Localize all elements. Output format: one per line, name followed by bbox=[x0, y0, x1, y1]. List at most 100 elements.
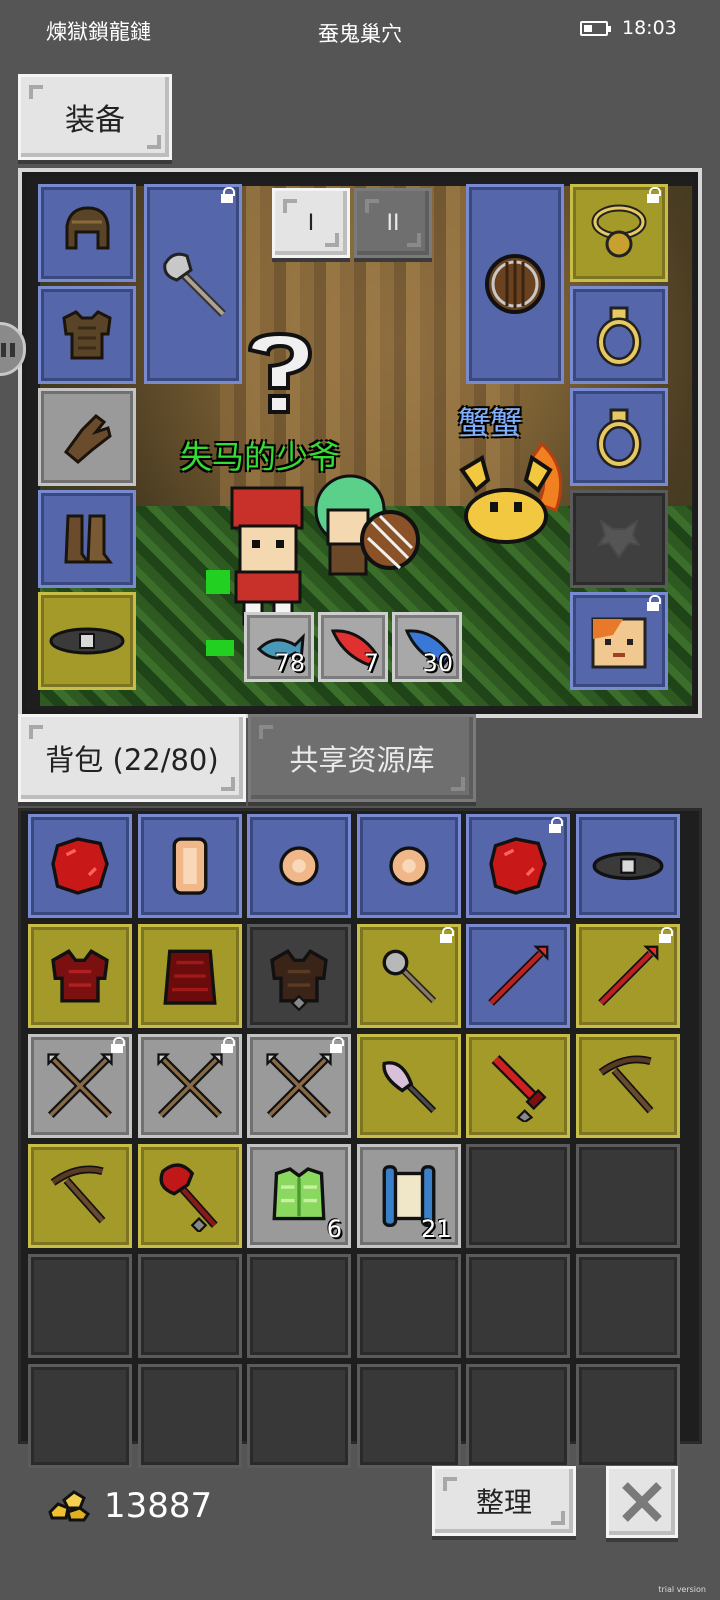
tab-shared-storage[interactable]: 共享资源库 bbox=[248, 714, 476, 802]
sort-button-label: 整理 bbox=[475, 1486, 532, 1519]
bag-empty-slot[interactable] bbox=[137, 1254, 242, 1358]
equip-slot-gloves[interactable] bbox=[38, 388, 136, 486]
equip-slot-empty[interactable] bbox=[570, 490, 668, 588]
tab-backpack-label: 背包 (22/80) bbox=[45, 743, 219, 777]
consumable-slot-1[interactable]: 78 bbox=[244, 612, 314, 682]
bag-item-slot[interactable] bbox=[247, 924, 351, 1028]
crossed-spears-icon bbox=[47, 1053, 113, 1119]
amulet-icon bbox=[591, 204, 647, 258]
red-crystal-icon bbox=[51, 837, 109, 895]
tab-backpack[interactable]: 背包 (22/80) bbox=[18, 714, 246, 802]
item-count: 21 bbox=[420, 1215, 452, 1243]
bag-item-slot[interactable] bbox=[575, 924, 680, 1028]
bag-empty-slot[interactable] bbox=[137, 1364, 242, 1468]
bag-item-slot[interactable] bbox=[247, 814, 351, 918]
consumable-count: 7 bbox=[363, 649, 379, 677]
equip-slot-off-hand[interactable] bbox=[466, 184, 564, 384]
consumable-count: 30 bbox=[422, 649, 453, 677]
red-crystal-icon bbox=[489, 837, 547, 895]
lock-icon bbox=[658, 927, 673, 944]
ring-icon bbox=[596, 408, 642, 469]
bag-item-slot[interactable] bbox=[356, 1034, 461, 1138]
crossbow-icon bbox=[50, 1165, 106, 1224]
bag-item-slot[interactable] bbox=[466, 814, 570, 918]
lock-icon bbox=[220, 1037, 235, 1054]
bag-empty-slot[interactable] bbox=[575, 1144, 680, 1248]
bag-item-slot[interactable]: 6 bbox=[247, 1144, 351, 1248]
lock-icon bbox=[221, 187, 235, 204]
sort-button[interactable]: 整理 bbox=[432, 1466, 576, 1536]
leather-boots-icon bbox=[64, 514, 113, 564]
tab-equipment-label: 装备 bbox=[65, 103, 125, 138]
bag-item-slot[interactable] bbox=[356, 924, 461, 1028]
bag-empty-slot[interactable] bbox=[466, 1254, 570, 1358]
bag-item-slot[interactable] bbox=[575, 814, 680, 918]
tab-equipment[interactable]: 装备 bbox=[18, 74, 172, 160]
bag-item-slot[interactable] bbox=[28, 814, 132, 918]
battery-icon bbox=[580, 21, 611, 36]
round-shield-icon bbox=[485, 254, 545, 314]
equip-slot-ring-2[interactable] bbox=[570, 388, 668, 486]
bag-item-slot[interactable] bbox=[28, 1144, 132, 1248]
consumable-slot-2[interactable]: 7 bbox=[318, 612, 388, 682]
bag-item-slot[interactable] bbox=[28, 924, 132, 1028]
bag-item-slot[interactable] bbox=[137, 814, 242, 918]
bag-empty-slot[interactable] bbox=[247, 1364, 351, 1468]
equip-slot-main-hand[interactable] bbox=[144, 184, 242, 384]
green-vest-icon bbox=[272, 1167, 326, 1221]
bag-item-slot[interactable] bbox=[466, 1034, 570, 1138]
crab-pet-character bbox=[459, 441, 563, 544]
bag-item-slot[interactable]: 21 bbox=[356, 1144, 461, 1248]
bag-item-slot[interactable] bbox=[137, 1034, 242, 1138]
gold-nugget-icon bbox=[48, 1490, 90, 1522]
equip-slot-amulet[interactable] bbox=[570, 184, 668, 282]
bag-item-slot[interactable] bbox=[356, 814, 461, 918]
belt-icon bbox=[49, 627, 125, 655]
bag-item-slot[interactable] bbox=[137, 1144, 242, 1248]
close-icon bbox=[622, 1482, 662, 1522]
weapon-set-2-button[interactable]: II bbox=[354, 188, 432, 258]
equip-slot-boots[interactable] bbox=[38, 490, 136, 588]
bag-empty-slot[interactable] bbox=[575, 1254, 680, 1358]
bag-item-slot[interactable] bbox=[466, 924, 570, 1028]
bag-empty-slot[interactable] bbox=[28, 1364, 132, 1468]
item-count: 6 bbox=[326, 1215, 342, 1243]
bag-item-slot[interactable] bbox=[247, 1034, 351, 1138]
equip-slot-ring-1[interactable] bbox=[570, 286, 668, 384]
empty-slot-icon bbox=[596, 518, 642, 559]
consumable-slot-3[interactable]: 30 bbox=[392, 612, 462, 682]
lock-icon bbox=[647, 187, 661, 204]
tab-shared-storage-label: 共享资源库 bbox=[289, 743, 435, 777]
lock-icon bbox=[330, 1037, 344, 1054]
equip-slot-pet[interactable] bbox=[570, 592, 668, 690]
bag-item-slot[interactable] bbox=[137, 924, 242, 1028]
pet-name-label: 蟹蟹 bbox=[458, 404, 523, 442]
bag-empty-slot[interactable] bbox=[28, 1254, 132, 1358]
weapon-set-1-button[interactable]: I bbox=[272, 188, 350, 258]
crossbow-icon bbox=[598, 1055, 653, 1114]
copper-coin-scroll-icon bbox=[172, 837, 207, 895]
bag-empty-slot[interactable] bbox=[466, 1364, 570, 1468]
bag-empty-slot[interactable] bbox=[356, 1364, 461, 1468]
lock-icon bbox=[111, 1037, 125, 1054]
bag-empty-slot[interactable] bbox=[356, 1254, 461, 1358]
bag-item-slot[interactable] bbox=[28, 1034, 132, 1138]
consumable-count: 78 bbox=[274, 649, 305, 677]
bag-item-slot[interactable] bbox=[575, 1034, 680, 1138]
equip-slot-helmet[interactable] bbox=[38, 184, 136, 282]
leather-armor-icon bbox=[62, 310, 112, 360]
close-button[interactable] bbox=[606, 1466, 678, 1538]
equip-slot-belt[interactable] bbox=[38, 592, 136, 690]
equip-slot-body-armor[interactable] bbox=[38, 286, 136, 384]
red-battle-axe-icon bbox=[158, 1163, 218, 1232]
lock-icon bbox=[439, 927, 454, 944]
bag-empty-slot[interactable] bbox=[575, 1364, 680, 1468]
gold-amount: 13887 bbox=[104, 1486, 213, 1526]
copper-coin-icon bbox=[388, 846, 429, 886]
bag-empty-slot[interactable] bbox=[466, 1144, 570, 1248]
bag-empty-slot[interactable] bbox=[247, 1254, 351, 1358]
red-spear-icon bbox=[597, 945, 658, 1006]
dark-red-robe-icon bbox=[162, 949, 217, 1005]
leather-helmet-icon bbox=[65, 206, 110, 250]
status-time: 18:03 bbox=[622, 17, 677, 39]
